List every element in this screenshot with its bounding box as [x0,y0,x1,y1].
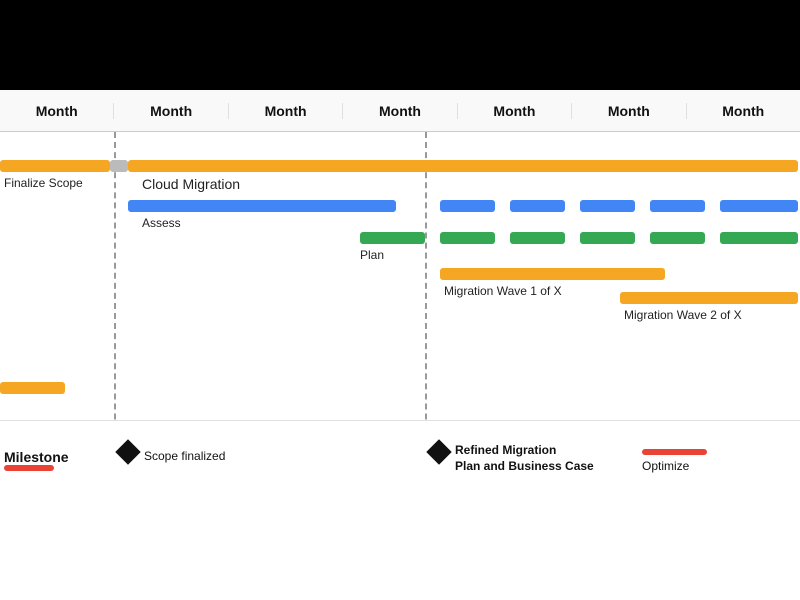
month-cell-3: Month [229,103,343,119]
milestone-row: Milestone Scope finalized Refined Migrat… [0,420,800,500]
bar-blue-5 [650,200,705,212]
bar-green-3 [510,232,565,244]
bar-wave2 [620,292,798,304]
bar-blue-4 [580,200,635,212]
bar-optimize-red [642,449,707,455]
bar-wave1 [440,268,665,280]
bar-milestone-red-left [4,465,54,471]
bar-yellow-bottom [0,382,65,394]
bar-blue-6 [720,200,798,212]
bar-blue-3 [510,200,565,212]
diamond-refined [426,439,451,464]
milestone-text-plan-case: Plan and Business Case [455,459,594,473]
bar-finalize-scope [0,160,110,172]
label-assess: Assess [142,216,181,230]
bar-blue-2 [440,200,495,212]
diamond-scope [115,439,140,464]
label-cloud-migration: Cloud Migration [142,176,240,192]
month-cell-5: Month [458,103,572,119]
month-cell-6: Month [572,103,686,119]
month-cell-4: Month [343,103,457,119]
label-plan: Plan [360,248,384,262]
top-bar [0,0,800,90]
bar-blue-1 [128,200,396,212]
label-wave1: Migration Wave 1 of X [444,284,562,298]
milestone-text-scope: Scope finalized [144,449,225,463]
bar-green-5 [650,232,705,244]
milestone-text-optimize: Optimize [642,459,689,473]
bar-cloud-migration [128,160,798,172]
milestone-label: Milestone [4,449,69,465]
month-header: Month Month Month Month Month Month Mont… [0,90,800,132]
bar-green-2 [440,232,495,244]
label-finalize-scope: Finalize Scope [4,176,83,190]
month-cell-1: Month [0,103,114,119]
month-cell-2: Month [114,103,228,119]
label-wave2: Migration Wave 2 of X [624,308,742,322]
milestone-text-refined: Refined Migration [455,443,556,457]
bar-green-1 [360,232,425,244]
bar-green-4 [580,232,635,244]
gantt-area: Finalize Scope Cloud Migration Assess Pl… [0,132,800,500]
bar-green-6 [720,232,798,244]
bar-gray-connector [110,160,128,172]
month-cell-7: Month [687,103,800,119]
